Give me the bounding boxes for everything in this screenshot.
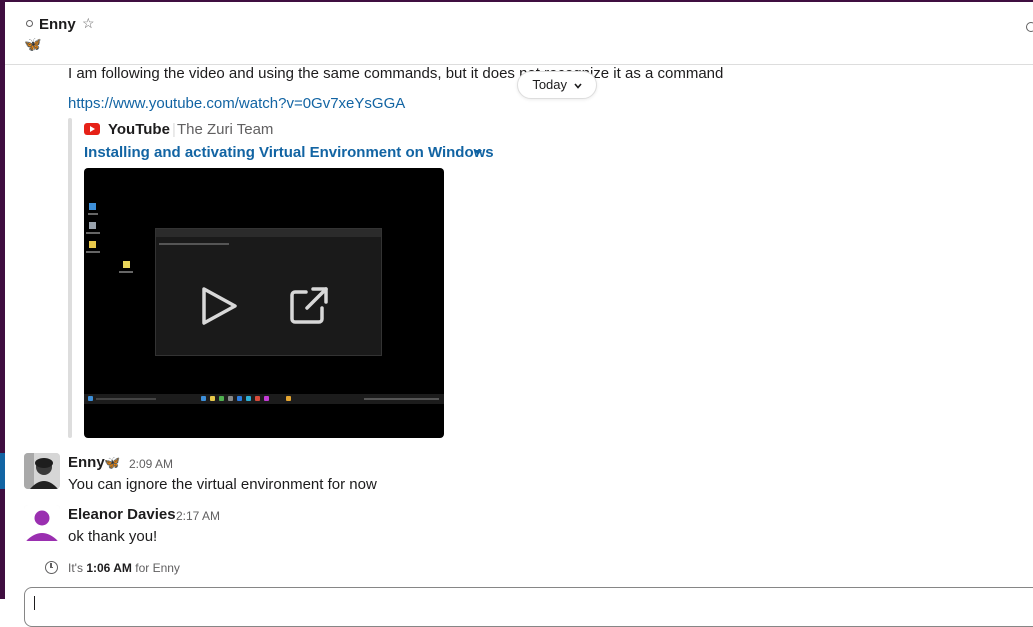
taskbar-app-icon: [255, 396, 260, 401]
play-icon[interactable]: [199, 286, 239, 326]
user-photo: [24, 453, 60, 489]
status-emoji: 🦋: [104, 455, 121, 470]
system-tray: [364, 398, 439, 400]
user-avatar-icon: [24, 505, 60, 541]
desktop-icon-label: [119, 271, 133, 273]
status-emoji: 🦋: [24, 36, 42, 52]
message-text: I am following the video and using the s…: [68, 65, 724, 82]
chevron-down-icon: [574, 83, 582, 89]
taskbar-app-icon: [237, 396, 242, 401]
taskbar-app-icon: [264, 396, 269, 401]
local-time-prefix: It's: [68, 561, 83, 575]
today-label: Today: [532, 77, 568, 92]
start-icon: [88, 396, 93, 401]
external-link-icon[interactable]: [289, 286, 329, 326]
command-prompt-line: [159, 243, 229, 245]
taskbar-app-icon: [228, 396, 233, 401]
today-date-divider-button[interactable]: Today: [517, 71, 597, 99]
youtube-logo-icon: [84, 123, 100, 135]
desktop-icon-label: [86, 232, 100, 234]
desktop-icon: [89, 203, 96, 210]
message-author[interactable]: Enny: [68, 454, 105, 471]
unfurl-separator: |: [172, 121, 176, 138]
taskbar-search: [96, 398, 156, 400]
recycle-bin-icon: [89, 222, 96, 229]
local-time-notice: It's 1:06 AM for Enny: [68, 561, 180, 575]
sidebar-edge: [0, 0, 5, 599]
youtube-link[interactable]: https://www.youtube.com/watch?v=0Gv7xeYs…: [68, 95, 405, 112]
local-time-value: 1:06 AM: [86, 561, 132, 575]
taskbar-app-icon: [246, 396, 251, 401]
message-text: ok thank you!: [68, 528, 158, 545]
video-thumbnail[interactable]: [84, 168, 444, 438]
message-author[interactable]: Eleanor Davies: [68, 506, 176, 523]
command-prompt-window: [155, 228, 382, 356]
unfurl-service-name: YouTube: [108, 121, 170, 138]
avatar[interactable]: [24, 505, 60, 541]
taskbar-app-icon: [210, 396, 215, 401]
avatar[interactable]: [24, 453, 60, 489]
channel-header: Enny ☆ 🦋: [5, 2, 1033, 65]
folder-icon: [89, 241, 96, 248]
message-composer-input[interactable]: [24, 587, 1033, 627]
taskbar-app-icon: [286, 396, 291, 401]
file-icon: [123, 261, 130, 268]
windows-taskbar: [84, 394, 444, 404]
command-prompt-titlebar: [156, 229, 381, 237]
local-time-suffix: for Enny: [135, 561, 180, 575]
clock-icon: [45, 561, 58, 574]
header-action-icon[interactable]: [1026, 22, 1033, 32]
caret-down-icon[interactable]: [474, 150, 482, 155]
text-cursor: [34, 596, 35, 610]
desktop-icon-label: [88, 213, 98, 215]
unfurl-video-title[interactable]: Installing and activating Virtual Enviro…: [84, 144, 494, 161]
presence-status-icon: [26, 20, 33, 27]
message-text: You can ignore the virtual environment f…: [68, 476, 377, 493]
message-timestamp[interactable]: 2:17 AM: [176, 509, 220, 523]
unfurl-border: [68, 118, 72, 438]
taskbar-app-icon: [201, 396, 206, 401]
message-timestamp[interactable]: 2:09 AM: [129, 457, 173, 471]
star-icon[interactable]: ☆: [82, 15, 95, 32]
unfurl-author[interactable]: The Zuri Team: [177, 121, 273, 138]
channel-name-button[interactable]: Enny: [39, 16, 76, 33]
message-highlight-marker: [0, 453, 5, 489]
taskbar-app-icon: [219, 396, 224, 401]
desktop-icon-label: [86, 251, 100, 253]
